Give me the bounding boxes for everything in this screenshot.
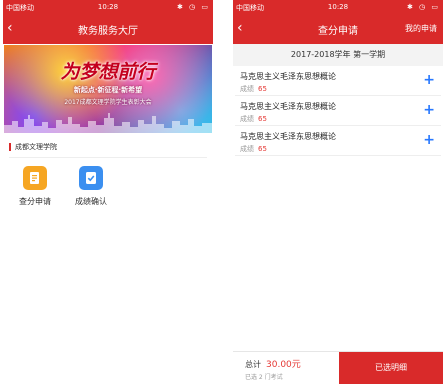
course-score: 成绩 65 (240, 85, 267, 93)
add-icon[interactable]: + (423, 72, 435, 88)
right-screen: 中国移动 10:28 ✱ ◷ ▭ ‹ 查分申请 我的申请 2017-2018学年… (233, 0, 443, 384)
add-icon[interactable]: + (423, 102, 435, 118)
divider (9, 157, 207, 158)
total-label: 总计 30.00元 (245, 360, 301, 370)
course-row[interactable]: 马克思主义毛泽东思想概论 成绩 65 + (235, 126, 441, 156)
course-row[interactable]: 马克思主义毛泽东思想概论 成绩 65 + (235, 66, 441, 96)
status-indicators: ✱ ◷ ▭ (176, 3, 210, 11)
status-indicators: ✱ ◷ ▭ (406, 3, 440, 11)
section-accent-bar (9, 143, 11, 151)
course-name: 马克思主义毛泽东思想概论 (240, 72, 336, 81)
service-tiles: 查分申请 成绩确认 (3, 166, 213, 207)
banner-image[interactable]: 为梦想前行 新起点·新征程·新希望 2017成都文理学院学生表彰大会 (4, 45, 212, 133)
course-score: 成绩 65 (240, 115, 267, 123)
section-title: 成都文理学院 (15, 143, 57, 151)
checkout-bar: 总计 30.00元 已选 2 门考试 已选明细 (233, 351, 443, 384)
status-bar: 中国移动 10:28 ✱ ◷ ▭ (233, 0, 443, 14)
page-title: 教务服务大厅 (78, 26, 138, 37)
banner-caption: 2017成都文理学院学生表彰大会 (64, 99, 152, 106)
status-bar: 中国移动 10:28 ✱ ◷ ▭ (3, 0, 213, 14)
total-amount: 30.00元 (266, 360, 301, 370)
course-row[interactable]: 马克思主义毛泽东思想概论 成绩 65 + (235, 96, 441, 126)
skyline-graphic (4, 113, 212, 133)
term-header: 2017-2018学年 第一学期 (233, 44, 443, 66)
selected-details-button[interactable]: 已选明细 (339, 352, 443, 384)
my-applications-link[interactable]: 我的申请 (405, 23, 437, 34)
check-doc-icon (79, 166, 103, 190)
course-name: 马克思主义毛泽东思想概论 (240, 132, 336, 141)
tile-label: 查分申请 (19, 197, 51, 206)
tile-score-query[interactable]: 查分申请 (11, 166, 59, 207)
banner-subtitle: 新起点·新征程·新希望 (73, 86, 143, 94)
course-score: 成绩 65 (240, 145, 267, 153)
banner-slogan: 为梦想前行 (60, 61, 156, 83)
tile-label: 成绩确认 (75, 197, 107, 206)
doc-search-icon (23, 166, 47, 190)
tile-score-confirm[interactable]: 成绩确认 (67, 166, 115, 207)
nav-bar: ‹ 查分申请 我的申请 (233, 14, 443, 44)
course-name: 马克思主义毛泽东思想概论 (240, 102, 336, 111)
section-header: 成都文理学院 (9, 141, 207, 153)
nav-bar: ‹ 教务服务大厅 (3, 14, 213, 44)
selected-count: 已选 2 门考试 (245, 374, 283, 381)
left-screen: 中国移动 10:28 ✱ ◷ ▭ ‹ 教务服务大厅 为梦想前行 新起点·新征程·… (3, 0, 213, 384)
add-icon[interactable]: + (423, 132, 435, 148)
